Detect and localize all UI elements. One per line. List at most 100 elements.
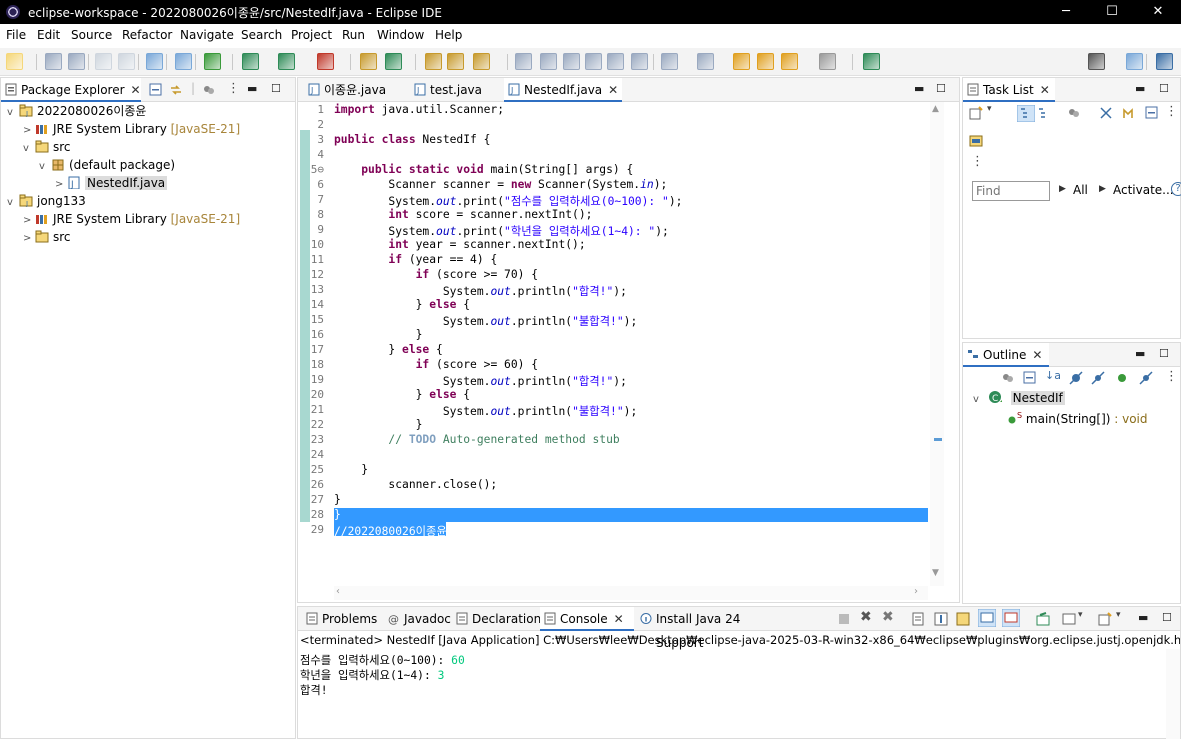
toggle-breadcrumb-icon[interactable] (540, 53, 557, 70)
hide-local-types-icon[interactable] (1139, 371, 1153, 385)
toggle-mark-occurrences-icon[interactable] (515, 53, 532, 70)
pin-console-icon[interactable] (1036, 612, 1050, 626)
tree-node[interactable]: > JRE System Library [JavaSE-21] (23, 120, 240, 138)
editor-tab[interactable]: J NestedIf.java ✕ (504, 78, 622, 102)
external-tools-icon[interactable] (317, 53, 334, 70)
search-icon[interactable] (1088, 53, 1105, 70)
maximize-view-button[interactable]: ☐ (271, 82, 281, 95)
focus-icon[interactable] (1121, 106, 1135, 120)
remove-all-icon[interactable]: ✖ (882, 609, 894, 625)
show-console-on-error-icon[interactable] (1002, 609, 1020, 627)
menu-refactor[interactable]: Refactor (122, 28, 172, 42)
coverage-icon[interactable] (278, 53, 295, 70)
maximize-button[interactable]: ☐ (1089, 0, 1135, 24)
outline-method-node[interactable]: S main(String[]) : void (1007, 407, 1148, 426)
menu-source[interactable]: Source (71, 28, 112, 42)
paragraph-icon[interactable] (631, 53, 648, 70)
show-console-on-output-icon[interactable] (978, 609, 996, 627)
scheduled-icon[interactable] (1037, 106, 1051, 120)
open-console-icon[interactable] (1098, 612, 1112, 626)
close-icon[interactable]: ✕ (1040, 78, 1050, 102)
word-wrap-icon[interactable] (563, 53, 580, 70)
close-button[interactable]: ✕ (1135, 0, 1181, 24)
console-vertical-scrollbar[interactable] (1166, 649, 1180, 739)
display-selected-console-icon[interactable] (1062, 612, 1076, 626)
maximize-view-button[interactable]: ☐ (1162, 611, 1172, 624)
tree-node[interactable]: > J NestedIf.java (55, 174, 168, 192)
forward-icon[interactable] (819, 53, 836, 70)
block-selection-icon[interactable] (585, 53, 602, 70)
view-menu-icon[interactable]: ⋮ (227, 81, 240, 96)
tab-outline[interactable]: Outline ✕ (963, 343, 1049, 367)
hide-nonpublic-icon[interactable] (1117, 373, 1127, 383)
minimize-view-button[interactable]: ▬ (1138, 611, 1148, 624)
tab-package-explorer[interactable]: Package Explorer ✕ (1, 78, 141, 102)
close-icon[interactable]: ✕ (608, 78, 618, 102)
word-wrap-icon[interactable] (956, 612, 970, 626)
console-output[interactable]: 점수를 입력하세요(0~100): 60 학년을 입력하세요(1~4): 3 합격! (298, 649, 1166, 739)
redo-icon[interactable] (118, 53, 135, 70)
filter-icon[interactable] (202, 83, 216, 97)
filter-icon[interactable] (1001, 371, 1015, 385)
save-icon[interactable] (45, 53, 62, 70)
view-menu-icon[interactable]: ⋮ (1165, 104, 1178, 119)
tree-node[interactable]: v (default package) (39, 156, 175, 174)
tab-task-list[interactable]: Task List ✕ (963, 78, 1055, 102)
chevron-down-icon[interactable]: v (7, 194, 19, 212)
clear-console-icon[interactable] (912, 612, 926, 626)
close-icon[interactable]: ✕ (1032, 343, 1042, 367)
outline-class-node[interactable]: v C NestedIf (973, 389, 1065, 407)
menu-window[interactable]: Window (377, 28, 424, 42)
terminate-icon[interactable] (838, 613, 850, 625)
open-type-icon[interactable] (425, 53, 442, 70)
close-icon[interactable]: ✕ (614, 607, 624, 631)
scroll-lock-icon[interactable] (934, 612, 948, 626)
maximize-view-button[interactable]: ☐ (1159, 82, 1169, 95)
menu-run[interactable]: Run (342, 28, 365, 42)
categorized-icon[interactable] (1017, 105, 1035, 122)
tree-node[interactable]: > src (23, 228, 71, 246)
new-java-class-icon[interactable] (385, 53, 402, 70)
open-perspective-icon[interactable] (863, 53, 880, 70)
chevron-down-icon[interactable]: v (39, 158, 51, 176)
run-icon[interactable] (242, 53, 259, 70)
new-java-package-icon[interactable] (360, 53, 377, 70)
search-tool-icon[interactable] (473, 53, 490, 70)
collapse-all-icon[interactable] (149, 83, 163, 97)
tree-node[interactable]: > JRE System Library [JavaSE-21] (23, 210, 240, 228)
java-perspective-icon[interactable] (1156, 53, 1173, 70)
horizontal-scrollbar[interactable]: ‹ › (334, 586, 928, 600)
chevron-down-icon[interactable]: v (23, 140, 35, 158)
connect-icon[interactable] (969, 134, 985, 148)
search-icon[interactable] (175, 53, 192, 70)
hide-completed-icon[interactable] (1099, 106, 1113, 120)
tab-javadoc[interactable]: @ Javadoc (384, 607, 451, 631)
vertical-scrollbar[interactable]: ▲ ▼ (930, 102, 944, 586)
maximize-view-button[interactable]: ☐ (1159, 347, 1169, 360)
link-with-editor-icon[interactable] (169, 83, 183, 97)
tab-install-java-24-support[interactable]: Install Java 24 Support (636, 607, 786, 650)
code-editor[interactable]: 1 2 3 4 5⊖ 6 7 8 9 10 11 12 13 14 15 16 17 18 19 20 21 22 23 24… (298, 102, 959, 586)
more-icon[interactable]: ⋮ (971, 154, 984, 169)
last-edit-icon[interactable] (733, 53, 750, 70)
filter-icon[interactable] (1067, 106, 1081, 120)
minimize-button[interactable]: ─ (1043, 0, 1089, 24)
pin-editor-icon[interactable] (757, 53, 774, 70)
menu-help[interactable]: Help (435, 28, 462, 42)
chevron-right-icon[interactable]: > (23, 230, 35, 248)
debug-icon[interactable] (204, 53, 221, 70)
save-all-icon[interactable] (68, 53, 85, 70)
menu-edit[interactable]: Edit (37, 28, 60, 42)
minimize-editor-button[interactable]: ▬ (914, 82, 924, 95)
menu-project[interactable]: Project (291, 28, 332, 42)
collapse-all-icon[interactable] (1145, 106, 1159, 120)
perspective-icon[interactable] (1126, 53, 1143, 70)
sort-icon[interactable]: ↓a (1045, 369, 1061, 382)
all-link[interactable]: All (1073, 183, 1088, 197)
tab-problems[interactable]: Problems (302, 607, 382, 631)
minimize-view-button[interactable]: ▬ (1135, 347, 1145, 360)
open-console-icon[interactable] (146, 53, 163, 70)
new-icon[interactable] (6, 53, 23, 70)
next-annotation-icon[interactable] (661, 53, 678, 70)
close-icon[interactable]: ✕ (131, 78, 141, 102)
